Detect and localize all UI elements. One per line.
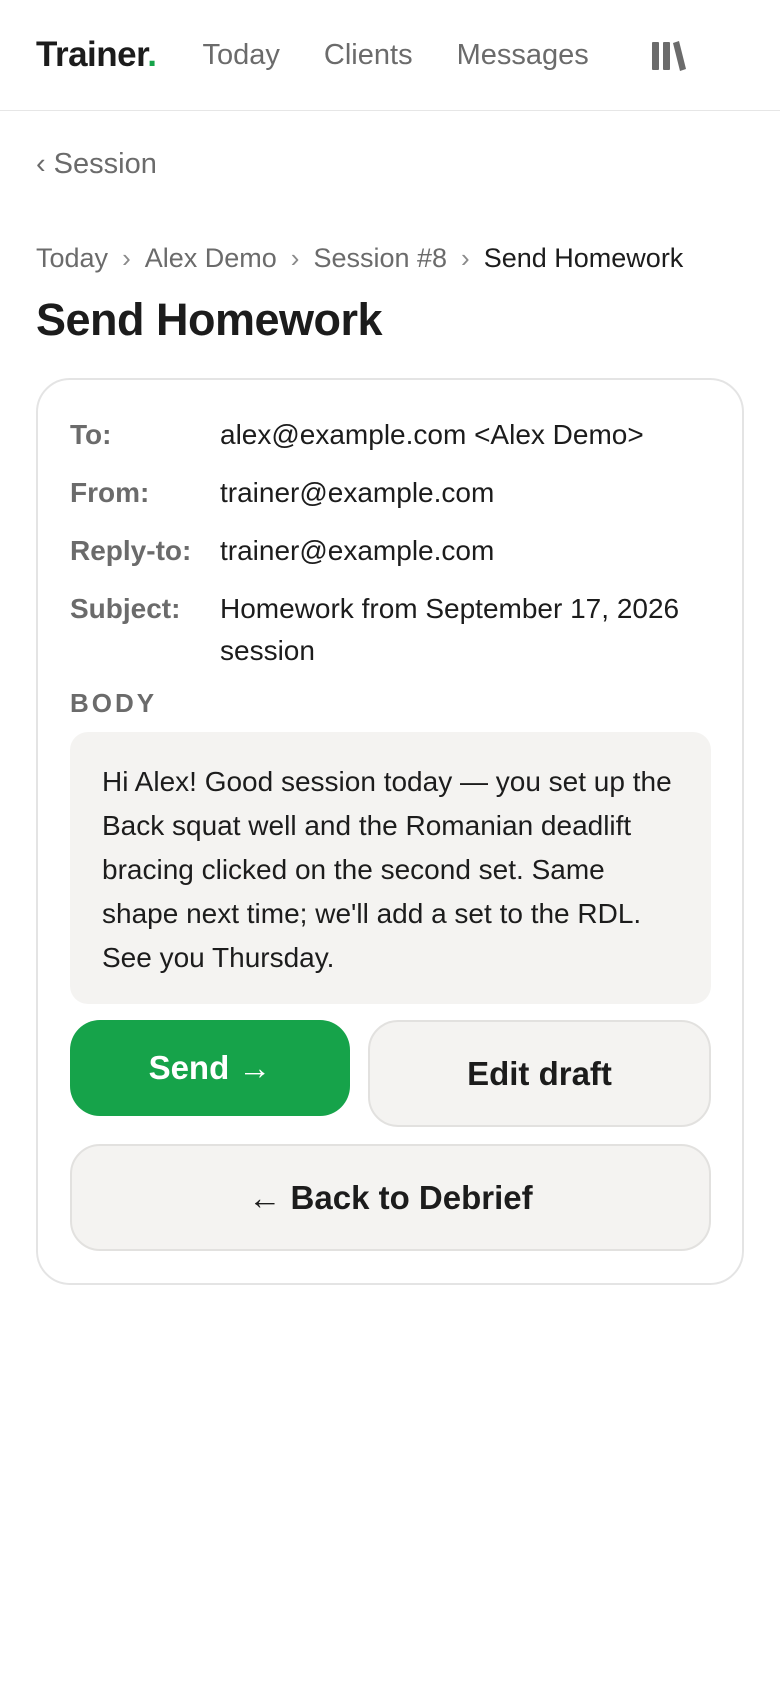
breadcrumb-separator: › [290, 243, 300, 273]
breadcrumb-separator: › [122, 243, 131, 273]
nav-link-messages[interactable]: Messages [457, 39, 589, 72]
brand-name: Trainer [36, 35, 148, 74]
from-value: trainer@example.com [220, 477, 495, 508]
subject-value: Homework from September 17, 2026 session [220, 593, 680, 666]
nav-link-today[interactable]: Today [203, 39, 280, 72]
breadcrumb: Today › Alex Demo › Session #8 › Send Ho… [36, 243, 683, 274]
to-value: alex@example.com <Alex Demo> [220, 419, 644, 450]
reply-to-label: Reply-to: [70, 535, 192, 566]
page-title: Send Homework [36, 294, 383, 345]
back-to-debrief-button[interactable]: ← Back to Debrief [70, 1144, 711, 1251]
subject-row: Subject: Homework from September 17, 202… [70, 588, 720, 672]
breadcrumb-item-client[interactable]: Alex Demo [145, 243, 277, 274]
reply-to-row: Reply-to: trainer@example.com [70, 530, 720, 572]
to-label: To: [70, 419, 112, 450]
chevron-left-icon: ‹ [36, 148, 46, 180]
library-icon[interactable] [652, 40, 686, 72]
back-to-session-link[interactable]: ‹ Session [36, 148, 157, 181]
top-nav: Trainer. Today Clients Messages [0, 0, 780, 111]
breadcrumb-item-today[interactable]: Today [36, 243, 108, 274]
edit-draft-button[interactable]: Edit draft [368, 1020, 711, 1127]
nav-link-clients[interactable]: Clients [324, 39, 413, 72]
to-row: To: alex@example.com <Alex Demo> [70, 414, 720, 456]
reply-to-value: trainer@example.com [220, 535, 495, 566]
brand-logo[interactable]: Trainer. [36, 35, 157, 75]
body-label: BODY [70, 688, 158, 718]
back-link-label: Session [53, 148, 157, 180]
send-button[interactable]: Send → [70, 1020, 350, 1116]
breadcrumb-separator: › [461, 243, 470, 273]
email-body: Hi Alex! Good session today — you set up… [70, 732, 711, 1004]
email-preview-card: To: alex@example.com <Alex Demo> From: t… [36, 378, 744, 1285]
brand-dot: . [147, 35, 157, 74]
from-row: From: trainer@example.com [70, 472, 720, 514]
subject-label: Subject: [70, 593, 181, 624]
breadcrumb-item-current: Send Homework [483, 243, 684, 273]
from-label: From: [70, 477, 150, 508]
breadcrumb-item-session[interactable]: Session #8 [313, 243, 447, 274]
